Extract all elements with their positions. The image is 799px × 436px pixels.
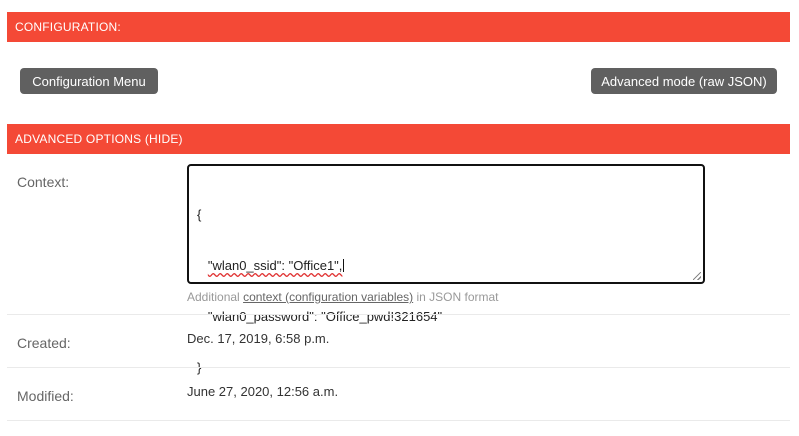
modified-value: June 27, 2020, 12:56 a.m.	[187, 384, 339, 399]
help-suffix: in JSON format	[416, 290, 499, 304]
ssid-text: "wlan0_ssid": "Office1",	[207, 258, 343, 273]
configuration-section-title: CONFIGURATION:	[15, 20, 121, 34]
advanced-options-title[interactable]: ADVANCED OPTIONS (HIDE)	[15, 132, 183, 146]
text-caret	[343, 259, 345, 272]
configuration-menu-button[interactable]: Configuration Menu	[20, 68, 158, 94]
advanced-options-header[interactable]: ADVANCED OPTIONS (HIDE)	[7, 124, 790, 154]
advanced-mode-button[interactable]: Advanced mode (raw JSON)	[591, 68, 777, 94]
divider	[7, 420, 790, 421]
configuration-section-header: CONFIGURATION:	[7, 12, 790, 42]
context-help-text: Additional context (configuration variab…	[187, 290, 499, 304]
resize-handle-icon[interactable]	[693, 272, 701, 280]
page: CONFIGURATION: Configuration Menu Advanc…	[0, 0, 799, 436]
context-line-open-brace: {	[197, 207, 202, 222]
context-line-password: "wlan0_password": "Office_pwd!321654"	[197, 308, 695, 325]
context-textarea[interactable]: { "wlan0_ssid": "Office1", "wlan0_passwo…	[187, 164, 705, 375]
password-text: "wlan0_password": "Office_pwd!321654"	[207, 309, 443, 324]
context-line-ssid: "wlan0_ssid": "Office1",	[197, 257, 695, 274]
modified-label: Modified:	[17, 388, 74, 404]
divider	[7, 314, 790, 315]
context-help-link[interactable]: context (configuration variables)	[243, 290, 413, 304]
context-label: Context:	[17, 174, 70, 190]
created-label: Created:	[17, 335, 71, 351]
help-prefix: Additional	[187, 290, 240, 304]
created-value: Dec. 17, 2019, 6:58 p.m.	[187, 331, 330, 346]
divider	[7, 367, 790, 368]
